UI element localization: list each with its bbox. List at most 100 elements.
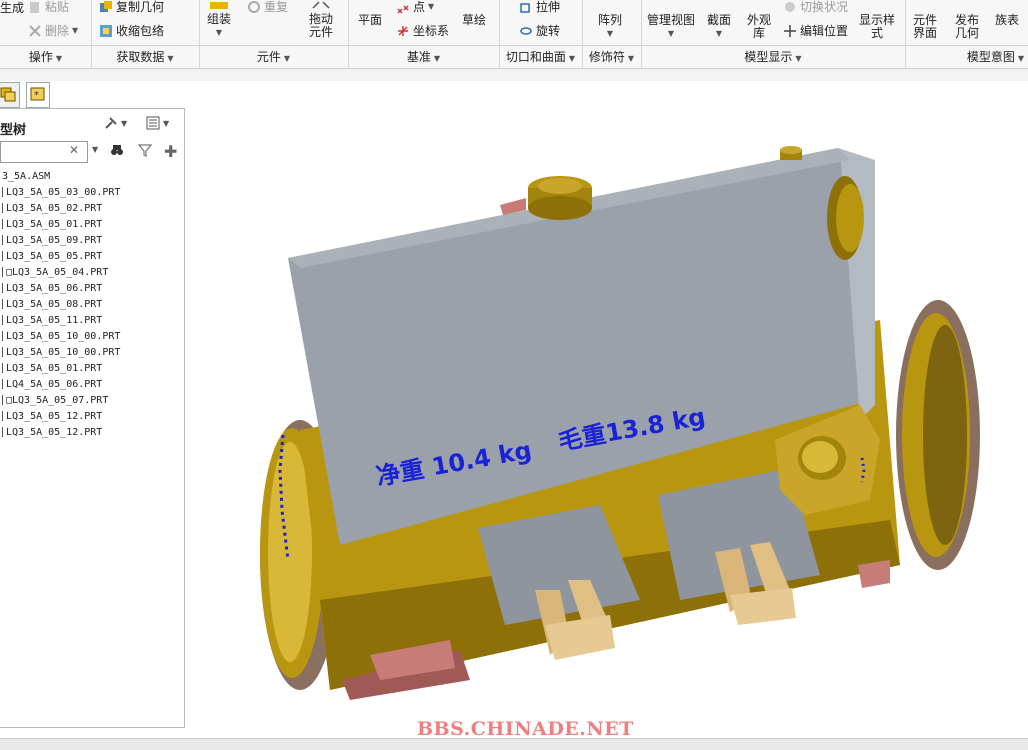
group-model-display-label[interactable]: 模型显示 ▼ xyxy=(641,48,905,65)
plane-button[interactable]: 平面 xyxy=(358,14,382,27)
tree-item[interactable]: LQ3_5A_05_10_00.PRT xyxy=(0,345,184,361)
tree-item-label: LQ3_5A_05_03_00.PRT xyxy=(6,187,121,198)
group-modifiers-label[interactable]: 修饰符 ▼ xyxy=(582,48,641,65)
find-button[interactable] xyxy=(110,143,124,157)
group-cut-surface-label[interactable]: 切口和曲面 ▼ xyxy=(499,48,582,65)
extrude-button[interactable]: 拉伸 xyxy=(519,0,560,15)
revolve-icon xyxy=(520,26,532,35)
svg-text:*: * xyxy=(34,90,39,101)
generate-button[interactable]: 生成 xyxy=(0,0,24,16)
paste-button[interactable]: 粘贴 xyxy=(28,0,69,15)
tab-favorites[interactable]: * xyxy=(26,82,50,108)
delete-label: 删除 xyxy=(45,24,70,38)
assemble-button[interactable]: 组装 ▼ xyxy=(207,0,231,39)
csys-icon xyxy=(398,25,408,36)
add-button[interactable]: ✚ xyxy=(164,142,177,161)
display-style-button[interactable]: 显示样 式 xyxy=(859,14,895,40)
extrude-icon xyxy=(520,2,530,13)
tree-branch-line xyxy=(2,331,3,341)
tree-item[interactable]: □LQ3_5A_05_04.PRT xyxy=(0,265,184,281)
model-tree-panel: 型树 ▼ ▼ ✕ ▼ ✚ 3_5A.ASM LQ3_5A_05_03_00.PR… xyxy=(0,108,185,728)
tree-item-label: LQ3_5A_05_11.PRT xyxy=(6,315,103,326)
tree-item-label: LQ3_5A_05_10_00.PRT xyxy=(6,347,121,358)
tab-model-tree[interactable] xyxy=(0,82,20,108)
tree-item[interactable]: LQ3_5A_05_01.PRT xyxy=(0,361,184,377)
tree-columns-button[interactable]: ▼ xyxy=(146,116,169,130)
tree-item[interactable]: LQ3_5A_05_02.PRT xyxy=(0,201,184,217)
group-model-intent-label[interactable]: 模型意图 ▼ xyxy=(905,48,1028,65)
group-get-data-label[interactable]: 获取数据 ▼ xyxy=(91,48,199,65)
group-model-intent: 元件 界面 发布 几何 族表 模型意图 ▼ xyxy=(905,0,1028,68)
drag-component-button[interactable]: 拖动 元件 xyxy=(309,0,333,39)
pattern-button[interactable]: 阵列 ▼ xyxy=(598,14,622,40)
tree-item[interactable]: LQ3_5A_05_11.PRT xyxy=(0,313,184,329)
shrinkwrap-icon xyxy=(100,24,112,37)
tree-settings-icon xyxy=(105,117,117,129)
plus-icon: ✚ xyxy=(164,142,178,161)
tree-branch-line xyxy=(2,347,3,357)
csys-button[interactable]: 坐标系 xyxy=(396,22,449,39)
manage-views-button[interactable]: 管理视图 ▼ xyxy=(647,14,695,40)
assembly-model[interactable]: 净重 10.4 kg 毛重13.8 kg xyxy=(186,82,1028,749)
delete-icon xyxy=(29,24,41,37)
tree-item[interactable]: LQ3_5A_05_03_00.PRT xyxy=(0,185,184,201)
paste-icon xyxy=(30,1,39,13)
tree-settings-button[interactable]: ▼ xyxy=(104,116,127,130)
tree-item[interactable]: LQ3_5A_05_01.PRT xyxy=(0,217,184,233)
component-interface-button[interactable]: 元件 界面 xyxy=(913,14,937,40)
repeat-label: 重复 xyxy=(264,0,289,14)
group-get-data: 复制几何 收缩包络 获取数据 ▼ xyxy=(91,0,200,68)
point-button[interactable]: 点 ▼ xyxy=(396,0,434,15)
tree-item[interactable]: LQ3_5A_05_12.PRT xyxy=(0,425,184,441)
tree-item-label: □LQ3_5A_05_07.PRT xyxy=(6,395,109,406)
tree-item[interactable]: □LQ3_5A_05_07.PRT xyxy=(0,393,184,409)
group-component-label[interactable]: 元件 ▼ xyxy=(199,48,348,65)
clear-search-icon[interactable]: ✕ xyxy=(69,143,79,157)
tree-item[interactable]: LQ4_5A_05_06.PRT xyxy=(0,377,184,393)
delete-button[interactable]: 删除 ▼ xyxy=(28,22,78,39)
tree-item[interactable]: LQ3_5A_05_05.PRT xyxy=(0,249,184,265)
section-button[interactable]: 截面 ▼ xyxy=(707,14,731,40)
tree-item[interactable]: LQ3_5A_05_09.PRT xyxy=(0,233,184,249)
shrinkwrap-button[interactable]: 收缩包络 xyxy=(99,22,164,39)
graphics-viewport[interactable]: 净重 10.4 kg 毛重13.8 kg BBS.CHINADE.NET xyxy=(186,82,1028,749)
tree-branch-line xyxy=(2,235,3,245)
tree-item[interactable]: LQ3_5A_05_12.PRT xyxy=(0,409,184,425)
group-datum: 平面 点 ▼ 坐标系 草绘 基准 ▼ xyxy=(348,0,500,68)
tree-branch-line xyxy=(2,219,3,229)
toggle-status-icon xyxy=(785,1,795,12)
tree-items: LQ3_5A_05_03_00.PRT LQ3_5A_05_02.PRT LQ3_5… xyxy=(0,185,184,441)
paste-label: 粘贴 xyxy=(45,0,70,14)
search-options-caret[interactable]: ▼ xyxy=(92,145,98,154)
copy-geometry-button[interactable]: 复制几何 xyxy=(99,0,164,15)
edit-position-button[interactable]: 编辑位置 xyxy=(783,22,848,39)
revolve-button[interactable]: 旋转 xyxy=(519,22,560,39)
filter-button[interactable] xyxy=(138,143,152,157)
shrinkwrap-label: 收缩包络 xyxy=(116,24,165,38)
tree-item[interactable]: LQ3_5A_05_10_00.PRT xyxy=(0,329,184,345)
tree-item[interactable]: LQ3_5A_05_08.PRT xyxy=(0,297,184,313)
group-operations-label[interactable]: 操作 ▼ xyxy=(0,48,91,65)
tree-branch-line xyxy=(2,363,3,373)
publish-geometry-button[interactable]: 发布 几何 xyxy=(955,14,979,40)
tree-item[interactable]: LQ3_5A_05_06.PRT xyxy=(0,281,184,297)
tree-search-input[interactable]: ✕ xyxy=(0,141,88,163)
repeat-button[interactable]: 重复 xyxy=(247,0,288,15)
sketch-button[interactable]: 草绘 xyxy=(462,14,486,27)
filter-icon xyxy=(138,144,152,157)
tree-item-label: LQ4_5A_05_06.PRT xyxy=(6,379,103,390)
tree-branch-line xyxy=(2,267,3,277)
edit-position-icon xyxy=(784,24,796,37)
group-datum-label[interactable]: 基准 ▼ xyxy=(348,48,499,65)
family-table-button[interactable]: 族表 xyxy=(995,14,1019,27)
toggle-status-button[interactable]: 切换状况 xyxy=(783,0,848,15)
point-label: 点 xyxy=(413,0,426,14)
appearance-library-button[interactable]: 外观 库 xyxy=(747,14,771,40)
tree-root[interactable]: 3_5A.ASM xyxy=(0,169,184,185)
binoculars-icon xyxy=(111,145,123,155)
appearance-label: 外观 库 xyxy=(747,13,772,40)
right-flange xyxy=(896,300,980,570)
generate-label: 生成 xyxy=(0,1,25,15)
copy-geometry-icon xyxy=(100,0,112,12)
tree-item-label: LQ3_5A_05_12.PRT xyxy=(6,411,103,422)
